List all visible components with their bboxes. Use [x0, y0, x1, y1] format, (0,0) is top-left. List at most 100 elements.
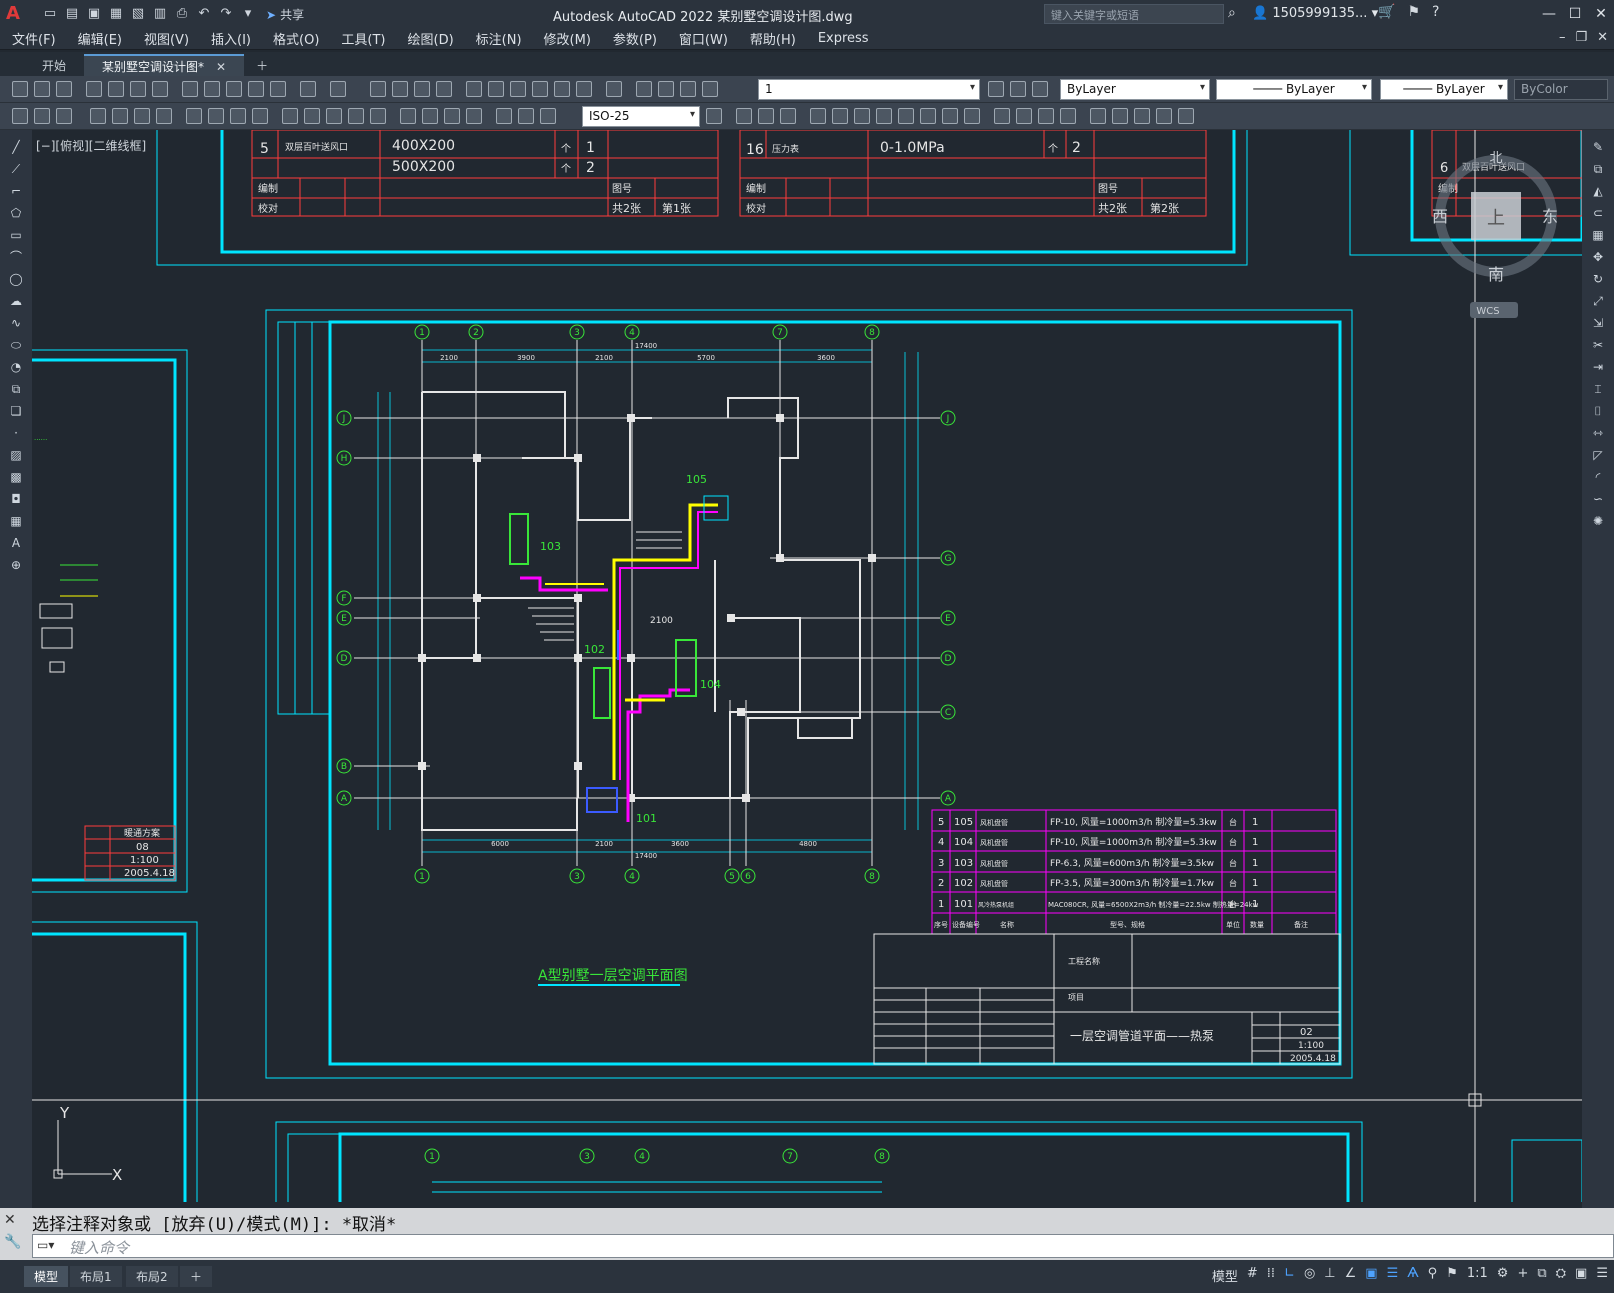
tab-layout2[interactable]: 布局2 [126, 1266, 178, 1287]
annotation-scale-icon[interactable]: ⚑ [1446, 1266, 1458, 1285]
linetype-dropdown[interactable]: ──── ByLayer ▾ [1216, 79, 1372, 100]
mtext-icon[interactable]: A [8, 536, 24, 550]
clean-screen-icon[interactable]: ▣ [1575, 1266, 1587, 1285]
hardware-acceleration-icon[interactable]: ⛭ [1556, 1266, 1566, 1285]
modify-icon-1[interactable] [736, 108, 752, 124]
continue-dimension-icon[interactable] [326, 108, 342, 124]
drawing-canvas[interactable]: 5 双层百叶送风口 400X200 个 1 500X200 个 2 编制 校对 … [32, 130, 1582, 1202]
ordinate-dimension-icon[interactable] [156, 108, 172, 124]
help-toolbar-icon[interactable] [606, 81, 622, 97]
zoom-window-icon[interactable] [414, 81, 430, 97]
copy-object-icon[interactable]: ⧉ [1590, 162, 1606, 176]
modify-icon-17[interactable] [1112, 108, 1128, 124]
layer-freeze-icon[interactable] [680, 81, 696, 97]
add-icon[interactable]: + [1517, 1266, 1528, 1285]
undo-icon[interactable]: ↶ [196, 6, 212, 22]
viewcube-north[interactable]: 北 [1489, 151, 1502, 166]
user-account[interactable]: 👤 1505999135... ▾ [1252, 6, 1378, 21]
tab-model[interactable]: 模型 [24, 1266, 69, 1287]
viewcube-east[interactable]: 东 [1542, 207, 1558, 226]
offset-icon[interactable]: ⊂ [1590, 206, 1606, 220]
layer-dropdown[interactable]: 1 ▾ [758, 79, 980, 100]
markup-icon[interactable] [554, 81, 570, 97]
extend-icon[interactable]: ⇥ [1590, 360, 1606, 374]
maximize-button[interactable]: ☐ [1562, 0, 1588, 28]
customize-dropdown-icon[interactable]: ▾ [240, 6, 256, 22]
modify-icon-8[interactable] [898, 108, 914, 124]
grid-toggle-icon[interactable]: # [1247, 1266, 1258, 1285]
modify-icon-5[interactable] [832, 108, 848, 124]
open-file-icon[interactable]: ▤ [64, 6, 80, 22]
command-prompt-icon[interactable]: ▭▾ [37, 1238, 54, 1252]
fillet-icon[interactable]: ◜ [1590, 470, 1606, 484]
close-tab-icon[interactable]: ✕ [216, 60, 226, 74]
ellipse-arc-icon[interactable]: ◔ [8, 360, 24, 374]
menu-format[interactable]: 格式(O) [273, 29, 319, 48]
tolerance-icon[interactable] [400, 108, 416, 124]
plot-icon[interactable]: ⎙ [174, 6, 190, 22]
object-snap-icon[interactable]: ∠ [1345, 1266, 1357, 1285]
doc-close-button[interactable]: ✕ [1597, 30, 1608, 45]
rotate-icon[interactable]: ↻ [1590, 272, 1606, 286]
dimension-edit-icon[interactable] [496, 108, 512, 124]
edit-toolbar-icon-3[interactable] [56, 108, 72, 124]
auto-scale-icon[interactable]: ⚲ [1428, 1266, 1438, 1285]
polyline-icon[interactable]: ⌐ [8, 184, 24, 198]
join-icon[interactable]: ⇿ [1590, 426, 1606, 440]
dimension-update-icon[interactable] [540, 108, 556, 124]
undo-toolbar-icon[interactable] [300, 81, 316, 97]
edit-toolbar-icon-2[interactable] [34, 108, 50, 124]
modify-icon-4[interactable] [810, 108, 826, 124]
modify-icon-18[interactable] [1134, 108, 1150, 124]
autocad-logo-icon[interactable]: A [6, 3, 28, 25]
modify-icon-15[interactable] [1060, 108, 1076, 124]
arc-length-icon[interactable] [134, 108, 150, 124]
quick-dimension-icon[interactable] [282, 108, 298, 124]
copy-icon[interactable] [204, 81, 220, 97]
properties-icon[interactable] [466, 81, 482, 97]
angular-dimension-icon[interactable] [252, 108, 268, 124]
aligned-dimension-icon[interactable] [112, 108, 128, 124]
layer-on-icon[interactable] [658, 81, 674, 97]
pan-icon[interactable] [370, 81, 386, 97]
help-icon[interactable]: ? [1432, 4, 1439, 20]
trim-icon[interactable]: ✂ [1590, 338, 1606, 352]
insert-block-icon[interactable]: ⧉ [8, 382, 24, 396]
workspace-gear-icon[interactable]: ⚙ [1497, 1266, 1509, 1285]
menu-dimension[interactable]: 标注(N) [476, 29, 522, 48]
menu-tools[interactable]: 工具(T) [341, 29, 385, 48]
modify-icon-20[interactable] [1178, 108, 1194, 124]
jogged-dimension-icon[interactable] [208, 108, 224, 124]
point-icon[interactable]: · [8, 426, 24, 440]
annotation-scale-value[interactable]: 1:1 [1467, 1266, 1488, 1285]
menu-edit[interactable]: 编辑(E) [78, 29, 122, 48]
stretch-icon[interactable]: ⇲ [1590, 316, 1606, 330]
baseline-dimension-icon[interactable] [304, 108, 320, 124]
polar-toggle-icon[interactable]: ◎ [1304, 1266, 1315, 1285]
modify-icon-11[interactable] [964, 108, 980, 124]
layer-previous-icon[interactable] [1010, 81, 1026, 97]
lineweight-toggle-icon[interactable]: ☰ [1387, 1266, 1399, 1285]
save-toolbar-icon[interactable] [56, 81, 72, 97]
save-web-icon[interactable]: ▥ [152, 6, 168, 22]
publish-icon[interactable] [130, 81, 146, 97]
break-icon[interactable]: ⌷ [1590, 404, 1606, 418]
redo-toolbar-icon[interactable] [330, 81, 346, 97]
add-selected-icon[interactable]: ⊕ [8, 558, 24, 572]
erase-icon[interactable]: ✎ [1590, 140, 1606, 154]
dimstyle-manager-icon[interactable] [706, 108, 722, 124]
menu-file[interactable]: 文件(F) [12, 29, 56, 48]
menu-draw[interactable]: 绘图(D) [408, 29, 454, 48]
linear-dimension-icon[interactable] [90, 108, 106, 124]
customize-command-icon[interactable]: 🔧 [4, 1234, 28, 1250]
viewcube-south[interactable]: 南 [1488, 265, 1504, 284]
modify-icon-6[interactable] [854, 108, 870, 124]
design-center-icon[interactable] [488, 81, 504, 97]
snap-toggle-icon[interactable]: ⁞⁞ [1267, 1266, 1275, 1285]
autodesk-app-icon[interactable]: ⚑ [1407, 4, 1420, 20]
modify-icon-13[interactable] [1016, 108, 1032, 124]
hatch-icon[interactable]: ▨ [8, 448, 24, 462]
osnap-tracking-icon[interactable]: ▣ [1365, 1266, 1377, 1285]
dimension-space-icon[interactable] [348, 108, 364, 124]
cut-icon[interactable] [182, 81, 198, 97]
